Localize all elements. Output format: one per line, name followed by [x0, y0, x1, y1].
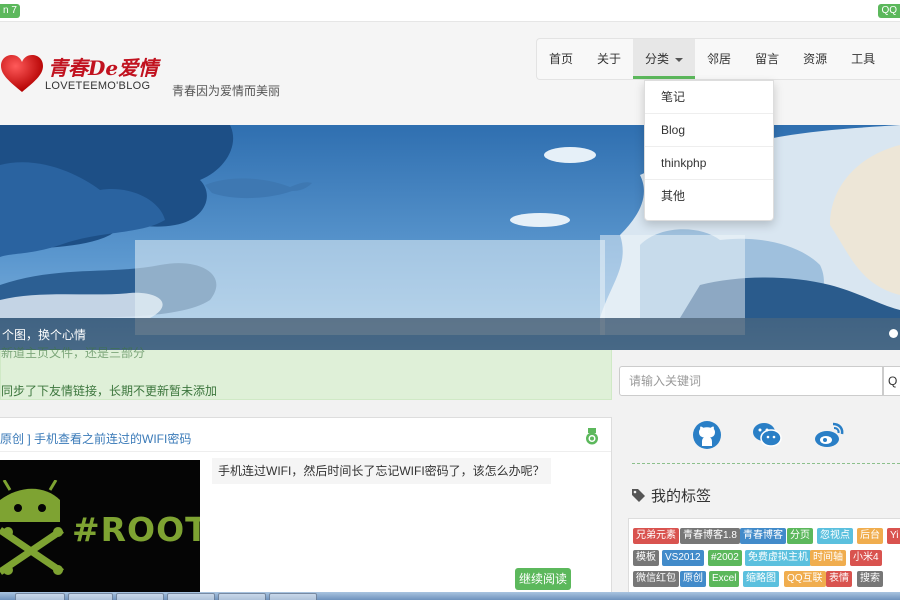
- notice-partial-line: 新道主页文件，还是三部分: [1, 346, 146, 360]
- heart-icon: [1, 55, 43, 92]
- github-icon[interactable]: [692, 420, 722, 450]
- nav-neighbors[interactable]: 邻居: [695, 39, 743, 79]
- tag-item[interactable]: Excel: [709, 571, 740, 587]
- carousel-indicator[interactable]: [889, 329, 898, 338]
- tag-item[interactable]: Yi: [887, 528, 900, 544]
- android-icon: [0, 480, 64, 575]
- tag-item[interactable]: VS2012: [662, 550, 704, 566]
- site-logo[interactable]: 青春De爱情 LOVETEEMO'BLOG: [0, 52, 170, 112]
- tag-item[interactable]: 分页: [787, 528, 813, 544]
- search-button[interactable]: Q: [883, 366, 900, 396]
- article-summary: 手机连过WIFI，然后时间长了忘记WIFI密码了，该怎么办呢？: [212, 458, 551, 484]
- taskbar-button[interactable]: [68, 593, 113, 600]
- nav-home[interactable]: 首页: [537, 39, 585, 79]
- tag-item[interactable]: 时间轴: [810, 550, 846, 566]
- medal-icon: [586, 428, 598, 445]
- tag-item[interactable]: #2002: [708, 550, 742, 566]
- weibo-icon[interactable]: [814, 420, 844, 450]
- caret-down-icon: [675, 57, 684, 62]
- article-title[interactable]: 原创 ] 手机查看之前连过的WIFI密码: [0, 430, 191, 447]
- taskbar-button[interactable]: [167, 593, 215, 600]
- nav-resources[interactable]: 资源: [791, 39, 839, 79]
- logo-chinese: 青春De爱情: [48, 56, 159, 80]
- tag-item[interactable]: 后台: [857, 528, 883, 544]
- search-box: [619, 366, 883, 396]
- tag-item[interactable]: 兄弟元素: [633, 528, 679, 544]
- tag-item[interactable]: 缩略图: [743, 571, 779, 587]
- article-thumbnail[interactable]: #ROOT: [0, 460, 200, 600]
- dropdown-item-blog[interactable]: Blog: [645, 114, 773, 147]
- social-links: [632, 410, 900, 464]
- taskbar-button[interactable]: [116, 593, 164, 600]
- taskbar-button[interactable]: [15, 593, 65, 600]
- banner-caption: 个图，换个心情: [2, 328, 87, 342]
- tag-cloud: 兄弟元素 青春博客1.8 青春博客 分页 忽视点 后台 Yi 模板 VS2012…: [628, 518, 900, 600]
- notice-line: 同步了下友情链接，长期不更新暂未添加: [1, 384, 218, 398]
- read-more-button[interactable]: 继续阅读: [515, 568, 572, 590]
- taskbar-button[interactable]: [269, 593, 317, 600]
- tag-item[interactable]: 青春博客1.8: [680, 528, 740, 544]
- nav-category[interactable]: 分类: [633, 39, 696, 79]
- tag-item[interactable]: 原创: [680, 571, 706, 587]
- main-nav: 首页 关于 分类 邻居 留言 资源 工具: [536, 38, 900, 80]
- dropdown-item-notes[interactable]: 笔记: [645, 81, 773, 114]
- taskbar-button[interactable]: [218, 593, 266, 600]
- tags-title: 我的标签: [651, 488, 712, 505]
- nav-about[interactable]: 关于: [585, 39, 633, 79]
- tag-item[interactable]: 模板: [633, 550, 659, 566]
- tag-item[interactable]: 微信红包: [633, 571, 679, 587]
- tag-item[interactable]: 表情: [826, 571, 852, 587]
- article-header: 原创 ] 手机查看之前连过的WIFI密码: [0, 418, 611, 452]
- nav-category-label: 分类: [645, 52, 670, 66]
- dropdown-item-other[interactable]: 其他: [645, 180, 773, 213]
- nav-tools[interactable]: 工具: [839, 39, 887, 79]
- wechat-icon[interactable]: [752, 420, 782, 450]
- tags-heading: 我的标签: [632, 485, 711, 506]
- dropdown-item-thinkphp[interactable]: thinkphp: [645, 147, 773, 180]
- left-badge[interactable]: n 7: [0, 4, 20, 18]
- logo-english: LOVETEEMO'BLOG: [45, 80, 151, 92]
- qq-badge[interactable]: QQ: [878, 4, 900, 18]
- search-input[interactable]: [620, 367, 882, 395]
- tag-icon: [632, 489, 645, 502]
- tag-item[interactable]: 小米4: [850, 550, 882, 566]
- article-card: 原创 ] 手机查看之前连过的WIFI密码 #ROOT 手机连过WIFI，然后时间…: [0, 417, 612, 600]
- os-taskbar: [0, 592, 900, 600]
- category-dropdown: 笔记 Blog thinkphp 其他: [644, 80, 774, 221]
- tag-item[interactable]: 免费虚拟主机: [745, 550, 811, 566]
- tag-item[interactable]: 青春博客: [740, 528, 786, 544]
- tag-item[interactable]: 搜索: [857, 571, 883, 587]
- site-slogan: 青春因为爱情而美丽: [172, 84, 281, 98]
- tag-item[interactable]: 忽视点: [817, 528, 853, 544]
- thumbnail-text: #ROOT: [72, 510, 200, 549]
- notice-box: 新道主页文件，还是三部分 同步了下友情链接，长期不更新暂未添加: [0, 346, 612, 400]
- top-strip: n 7 QQ: [0, 0, 900, 22]
- nav-guestbook[interactable]: 留言: [743, 39, 791, 79]
- tag-item[interactable]: QQ互联: [784, 571, 826, 587]
